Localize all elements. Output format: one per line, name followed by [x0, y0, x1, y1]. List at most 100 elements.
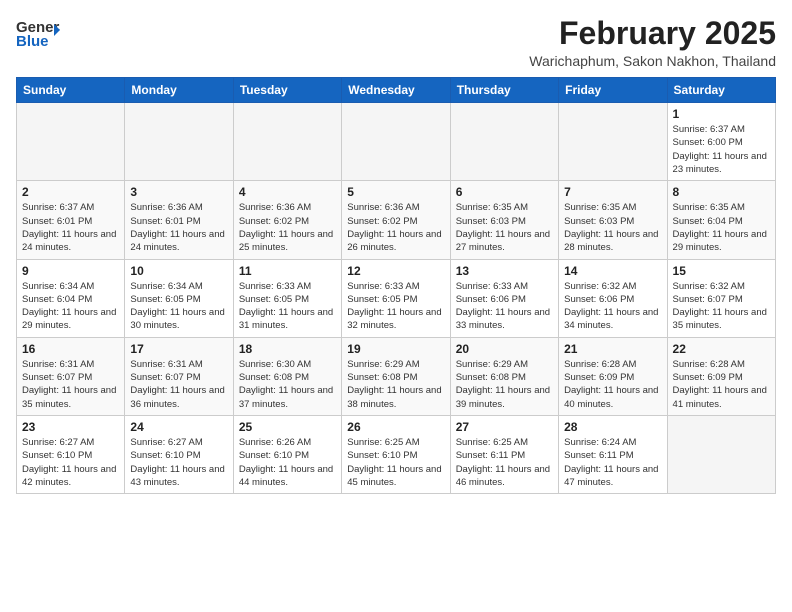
calendar-cell-w5-d3: 26Sunrise: 6:25 AM Sunset: 6:10 PM Dayli… — [342, 415, 450, 493]
day-number: 20 — [456, 342, 553, 356]
col-friday: Friday — [559, 78, 667, 103]
day-info: Sunrise: 6:37 AM Sunset: 6:01 PM Dayligh… — [22, 201, 119, 254]
day-info: Sunrise: 6:29 AM Sunset: 6:08 PM Dayligh… — [347, 358, 444, 411]
day-number: 27 — [456, 420, 553, 434]
day-info: Sunrise: 6:26 AM Sunset: 6:10 PM Dayligh… — [239, 436, 336, 489]
day-number: 22 — [673, 342, 770, 356]
day-number: 3 — [130, 185, 227, 199]
calendar-cell-w3-d4: 13Sunrise: 6:33 AM Sunset: 6:06 PM Dayli… — [450, 259, 558, 337]
calendar-cell-w1-d4 — [450, 103, 558, 181]
day-number: 28 — [564, 420, 661, 434]
calendar-cell-w3-d3: 12 Sunrise: 6:33 AM Sunset: 6:05 PM Dayli… — [342, 259, 450, 337]
day-number: 12 — [347, 264, 444, 278]
day-number: 1 — [673, 107, 770, 121]
calendar-cell-w3-d2: 11Sunrise: 6:33 AM Sunset: 6:05 PM Dayli… — [233, 259, 341, 337]
day-number: 16 — [22, 342, 119, 356]
calendar-cell-w3-d1: 10 Sunrise: 6:34 AM Sunset: 6:05 PM Dayli… — [125, 259, 233, 337]
calendar-cell-w4-d2: 18Sunrise: 6:30 AM Sunset: 6:08 PM Dayli… — [233, 337, 341, 415]
day-number: 9 — [22, 264, 119, 278]
day-info: Sunrise: 6:27 AM Sunset: 6:10 PM Dayligh… — [130, 436, 227, 489]
col-tuesday: Tuesday — [233, 78, 341, 103]
day-info: Sunrise: 6:36 AM Sunset: 6:02 PM Dayligh… — [239, 201, 336, 254]
calendar-cell-w2-d2: 4 Sunrise: 6:36 AM Sunset: 6:02 PM Daylig… — [233, 181, 341, 259]
day-number: 6 — [456, 185, 553, 199]
month-title: February 2025 — [529, 16, 776, 51]
day-info: Sunrise: 6:33 AM Sunset: 6:05 PM Dayligh… — [347, 280, 444, 333]
calendar-week-1: 1 Sunrise: 6:37 AM Sunset: 6:00 PM Daylig… — [17, 103, 776, 181]
calendar-cell-w1-d6: 1 Sunrise: 6:37 AM Sunset: 6:00 PM Daylig… — [667, 103, 775, 181]
calendar-cell-w4-d0: 16 Sunrise: 6:31 AM Sunset: 6:07 PM Dayli… — [17, 337, 125, 415]
calendar-cell-w3-d0: 9 Sunrise: 6:34 AM Sunset: 6:04 PM Daylig… — [17, 259, 125, 337]
calendar-cell-w3-d5: 14 Sunrise: 6:32 AM Sunset: 6:06 PM Dayli… — [559, 259, 667, 337]
calendar-cell-w4-d1: 17 Sunrise: 6:31 AM Sunset: 6:07 PM Dayli… — [125, 337, 233, 415]
day-number: 4 — [239, 185, 336, 199]
day-info: Sunrise: 6:28 AM Sunset: 6:09 PM Dayligh… — [564, 358, 661, 411]
calendar-cell-w2-d6: 8Sunrise: 6:35 AM Sunset: 6:04 PM Daylig… — [667, 181, 775, 259]
logo: General Blue — [16, 16, 60, 52]
day-number: 10 — [130, 264, 227, 278]
day-number: 24 — [130, 420, 227, 434]
col-thursday: Thursday — [450, 78, 558, 103]
calendar-cell-w5-d5: 28Sunrise: 6:24 AM Sunset: 6:11 PM Dayli… — [559, 415, 667, 493]
day-number: 26 — [347, 420, 444, 434]
day-info: Sunrise: 6:30 AM Sunset: 6:08 PM Dayligh… — [239, 358, 336, 411]
day-info: Sunrise: 6:34 AM Sunset: 6:04 PM Dayligh… — [22, 280, 119, 333]
calendar-cell-w4-d5: 21Sunrise: 6:28 AM Sunset: 6:09 PM Dayli… — [559, 337, 667, 415]
calendar-week-2: 2Sunrise: 6:37 AM Sunset: 6:01 PM Daylig… — [17, 181, 776, 259]
calendar-cell-w3-d6: 15 Sunrise: 6:32 AM Sunset: 6:07 PM Dayli… — [667, 259, 775, 337]
location-title: Warichaphum, Sakon Nakhon, Thailand — [529, 53, 776, 69]
calendar-cell-w2-d3: 5 Sunrise: 6:36 AM Sunset: 6:02 PM Daylig… — [342, 181, 450, 259]
calendar-cell-w2-d5: 7 Sunrise: 6:35 AM Sunset: 6:03 PM Daylig… — [559, 181, 667, 259]
col-monday: Monday — [125, 78, 233, 103]
title-block: February 2025 Warichaphum, Sakon Nakhon,… — [529, 16, 776, 69]
calendar-cell-w1-d2 — [233, 103, 341, 181]
day-info: Sunrise: 6:36 AM Sunset: 6:02 PM Dayligh… — [347, 201, 444, 254]
day-number: 19 — [347, 342, 444, 356]
day-info: Sunrise: 6:33 AM Sunset: 6:06 PM Dayligh… — [456, 280, 553, 333]
day-info: Sunrise: 6:31 AM Sunset: 6:07 PM Dayligh… — [22, 358, 119, 411]
calendar-week-3: 9 Sunrise: 6:34 AM Sunset: 6:04 PM Daylig… — [17, 259, 776, 337]
day-number: 11 — [239, 264, 336, 278]
day-info: Sunrise: 6:31 AM Sunset: 6:07 PM Dayligh… — [130, 358, 227, 411]
day-info: Sunrise: 6:37 AM Sunset: 6:00 PM Dayligh… — [673, 123, 770, 176]
day-info: Sunrise: 6:32 AM Sunset: 6:07 PM Dayligh… — [673, 280, 770, 333]
calendar-cell-w4-d6: 22 Sunrise: 6:28 AM Sunset: 6:09 PM Dayli… — [667, 337, 775, 415]
calendar-cell-w5-d0: 23 Sunrise: 6:27 AM Sunset: 6:10 PM Dayli… — [17, 415, 125, 493]
day-info: Sunrise: 6:36 AM Sunset: 6:01 PM Dayligh… — [130, 201, 227, 254]
day-number: 5 — [347, 185, 444, 199]
calendar-cell-w5-d6 — [667, 415, 775, 493]
day-number: 8 — [673, 185, 770, 199]
day-number: 15 — [673, 264, 770, 278]
calendar-cell-w2-d0: 2Sunrise: 6:37 AM Sunset: 6:01 PM Daylig… — [17, 181, 125, 259]
col-saturday: Saturday — [667, 78, 775, 103]
day-info: Sunrise: 6:27 AM Sunset: 6:10 PM Dayligh… — [22, 436, 119, 489]
day-info: Sunrise: 6:32 AM Sunset: 6:06 PM Dayligh… — [564, 280, 661, 333]
day-number: 7 — [564, 185, 661, 199]
calendar-table: Sunday Monday Tuesday Wednesday Thursday… — [16, 77, 776, 494]
logo-icon: General Blue — [16, 16, 60, 52]
day-number: 17 — [130, 342, 227, 356]
calendar-cell-w2-d4: 6 Sunrise: 6:35 AM Sunset: 6:03 PM Daylig… — [450, 181, 558, 259]
calendar-cell-w5-d4: 27 Sunrise: 6:25 AM Sunset: 6:11 PM Dayli… — [450, 415, 558, 493]
day-number: 23 — [22, 420, 119, 434]
day-info: Sunrise: 6:25 AM Sunset: 6:11 PM Dayligh… — [456, 436, 553, 489]
day-info: Sunrise: 6:28 AM Sunset: 6:09 PM Dayligh… — [673, 358, 770, 411]
col-wednesday: Wednesday — [342, 78, 450, 103]
day-info: Sunrise: 6:34 AM Sunset: 6:05 PM Dayligh… — [130, 280, 227, 333]
day-info: Sunrise: 6:29 AM Sunset: 6:08 PM Dayligh… — [456, 358, 553, 411]
calendar-cell-w1-d3 — [342, 103, 450, 181]
day-number: 14 — [564, 264, 661, 278]
calendar-cell-w4-d3: 19 Sunrise: 6:29 AM Sunset: 6:08 PM Dayli… — [342, 337, 450, 415]
calendar-cell-w1-d5 — [559, 103, 667, 181]
day-info: Sunrise: 6:35 AM Sunset: 6:03 PM Dayligh… — [456, 201, 553, 254]
calendar-cell-w5-d2: 25Sunrise: 6:26 AM Sunset: 6:10 PM Dayli… — [233, 415, 341, 493]
day-info: Sunrise: 6:35 AM Sunset: 6:03 PM Dayligh… — [564, 201, 661, 254]
col-sunday: Sunday — [17, 78, 125, 103]
calendar-header-row: Sunday Monday Tuesday Wednesday Thursday… — [17, 78, 776, 103]
calendar-cell-w5-d1: 24 Sunrise: 6:27 AM Sunset: 6:10 PM Dayli… — [125, 415, 233, 493]
calendar-cell-w1-d0 — [17, 103, 125, 181]
calendar-week-5: 23 Sunrise: 6:27 AM Sunset: 6:10 PM Dayli… — [17, 415, 776, 493]
calendar-cell-w4-d4: 20 Sunrise: 6:29 AM Sunset: 6:08 PM Dayli… — [450, 337, 558, 415]
page-header: General Blue February 2025 Warichaphum, … — [16, 16, 776, 69]
calendar-week-4: 16 Sunrise: 6:31 AM Sunset: 6:07 PM Dayli… — [17, 337, 776, 415]
